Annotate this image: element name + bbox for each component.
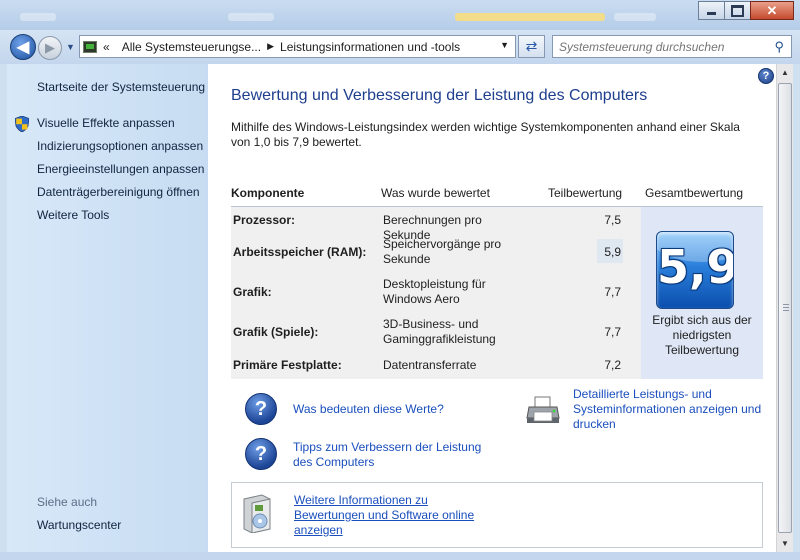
address-dropdown-icon[interactable]: ▼ xyxy=(500,40,509,50)
software-box-icon xyxy=(243,494,271,533)
table-row-component: Prozessor: xyxy=(233,213,296,227)
table-row-component: Grafik: xyxy=(233,285,272,299)
see-also-heading: Siehe auch xyxy=(37,495,98,509)
question-icon: ? xyxy=(245,393,277,425)
sidebar-item-action-center[interactable]: Wartungscenter xyxy=(37,518,121,532)
refresh-icon: ⇄ xyxy=(525,38,538,54)
table-row-rated: Datentransferrate xyxy=(383,358,477,372)
main-content: ? Bewertung und Verbesserung der Leistun… xyxy=(208,64,776,552)
scroll-up-icon[interactable]: ▲ xyxy=(777,64,793,81)
column-header-rated: Was wurde bewertet xyxy=(381,186,490,200)
table-row-rated: Speichervorgänge pro Sekunde xyxy=(383,237,502,266)
column-header-subscore: Teilbewertung xyxy=(548,186,623,200)
details-link[interactable]: Detaillierte Leistungs- und Systeminform… xyxy=(573,387,773,432)
base-score-caption: Ergibt sich aus der niedrigsten Teilbewe… xyxy=(652,313,752,357)
maximize-button[interactable] xyxy=(724,1,751,20)
task-pane: Startseite der Systemsteuerung Visuelle … xyxy=(7,64,208,552)
shield-icon xyxy=(15,116,29,132)
minimize-button[interactable] xyxy=(698,1,725,20)
page-title: Bewertung und Verbesserung der Leistung … xyxy=(231,87,648,104)
recent-pages-dropdown[interactable]: ▼ xyxy=(66,42,75,52)
sidebar-item-disk-cleanup[interactable]: Datenträgerbereinigung öffnen xyxy=(37,185,200,199)
table-row-score: 7,5 xyxy=(604,213,621,227)
tips-link[interactable]: Tipps zum Verbessern der Leistung des Co… xyxy=(293,440,493,470)
blurred-tab xyxy=(20,13,56,21)
scroll-down-icon[interactable]: ▼ xyxy=(777,535,793,552)
sidebar-item-visual-effects[interactable]: Visuelle Effekte anpassen xyxy=(37,116,175,130)
table-row-rated: 3D-Business- und Gaminggrafikleistung xyxy=(383,317,496,346)
table-row-component: Grafik (Spiele): xyxy=(233,325,319,339)
intro-text: Mithilfe des Windows-Leistungsindex werd… xyxy=(231,120,740,149)
sidebar-item-home[interactable]: Startseite der Systemsteuerung xyxy=(37,80,205,94)
blurred-tab xyxy=(228,13,274,21)
table-row-rated: Desktopleistung für Windows Aero xyxy=(383,277,486,306)
breadcrumb-item[interactable]: Leistungsinformationen und -tools xyxy=(280,40,460,54)
table-body: Prozessor: Berechnungen pro Sekunde 7,5 … xyxy=(231,207,641,379)
sidebar-item-power[interactable]: Energieeinstellungen anpassen xyxy=(37,162,204,176)
address-bar[interactable]: « Alle Systemsteuerungse... ▶ Leistungsi… xyxy=(79,35,516,58)
table-row-component: Primäre Festplatte: xyxy=(233,358,342,372)
base-score-panel: 5,9 Ergibt sich aus der niedrigsten Teil… xyxy=(641,207,763,379)
table-row-score: 7,7 xyxy=(604,285,621,299)
search-input[interactable] xyxy=(559,39,764,54)
table-row-score: 5,9 xyxy=(604,245,621,259)
control-panel-icon xyxy=(83,40,97,53)
breadcrumb-item[interactable]: Alle Systemsteuerungse... xyxy=(122,40,261,54)
table-row-score: 7,7 xyxy=(604,325,621,339)
back-button[interactable]: ◀ xyxy=(10,34,36,60)
table-row-score: 7,2 xyxy=(604,358,621,372)
base-score-value: 5,9 xyxy=(657,240,734,294)
chevron-right-icon[interactable]: ▶ xyxy=(267,41,274,52)
more-info-panel: Weitere Informationen zu Bewertungen und… xyxy=(231,482,763,548)
question-icon: ? xyxy=(245,438,277,470)
close-icon: ✕ xyxy=(766,2,778,18)
back-arrow-icon: ◀ xyxy=(16,39,30,56)
breadcrumb-overflow[interactable]: « xyxy=(103,40,110,54)
title-bar: ✕ xyxy=(0,0,800,30)
base-score-badge[interactable]: 5,9 xyxy=(656,231,734,309)
printer-icon xyxy=(526,396,560,423)
window-controls: ✕ xyxy=(698,1,794,20)
blurred-tab xyxy=(614,13,656,21)
more-info-link[interactable]: Weitere Informationen zu Bewertungen und… xyxy=(294,493,494,538)
sidebar-item-indexing[interactable]: Indizierungsoptionen anpassen xyxy=(37,139,203,153)
forward-button[interactable]: ▶ xyxy=(38,36,62,60)
search-icon[interactable]: ⚲ xyxy=(774,39,784,55)
column-header-component: Komponente xyxy=(231,186,305,200)
close-button[interactable]: ✕ xyxy=(750,1,794,20)
sidebar-item-more-tools[interactable]: Weitere Tools xyxy=(37,208,109,222)
window-bottom-edge xyxy=(0,552,800,560)
grip-icon xyxy=(783,304,789,312)
help-icon[interactable]: ? xyxy=(758,68,774,84)
forward-arrow-icon: ▶ xyxy=(45,40,55,55)
vertical-scrollbar[interactable]: ▲ ▼ xyxy=(776,64,793,552)
what-values-link[interactable]: Was bedeuten diese Werte? xyxy=(293,402,444,417)
navigation-bar: ◀ ▶ ▼ « Alle Systemsteuerungse... ▶ Leis… xyxy=(0,30,800,64)
table-row-component: Arbeitsspeicher (RAM): xyxy=(233,245,367,259)
column-header-basescore: Gesamtbewertung xyxy=(645,186,744,200)
search-box[interactable]: ⚲ xyxy=(552,35,792,58)
refresh-button[interactable]: ⇄ xyxy=(518,35,545,58)
blurred-tab xyxy=(455,13,605,21)
scrollbar-thumb[interactable] xyxy=(778,83,792,533)
